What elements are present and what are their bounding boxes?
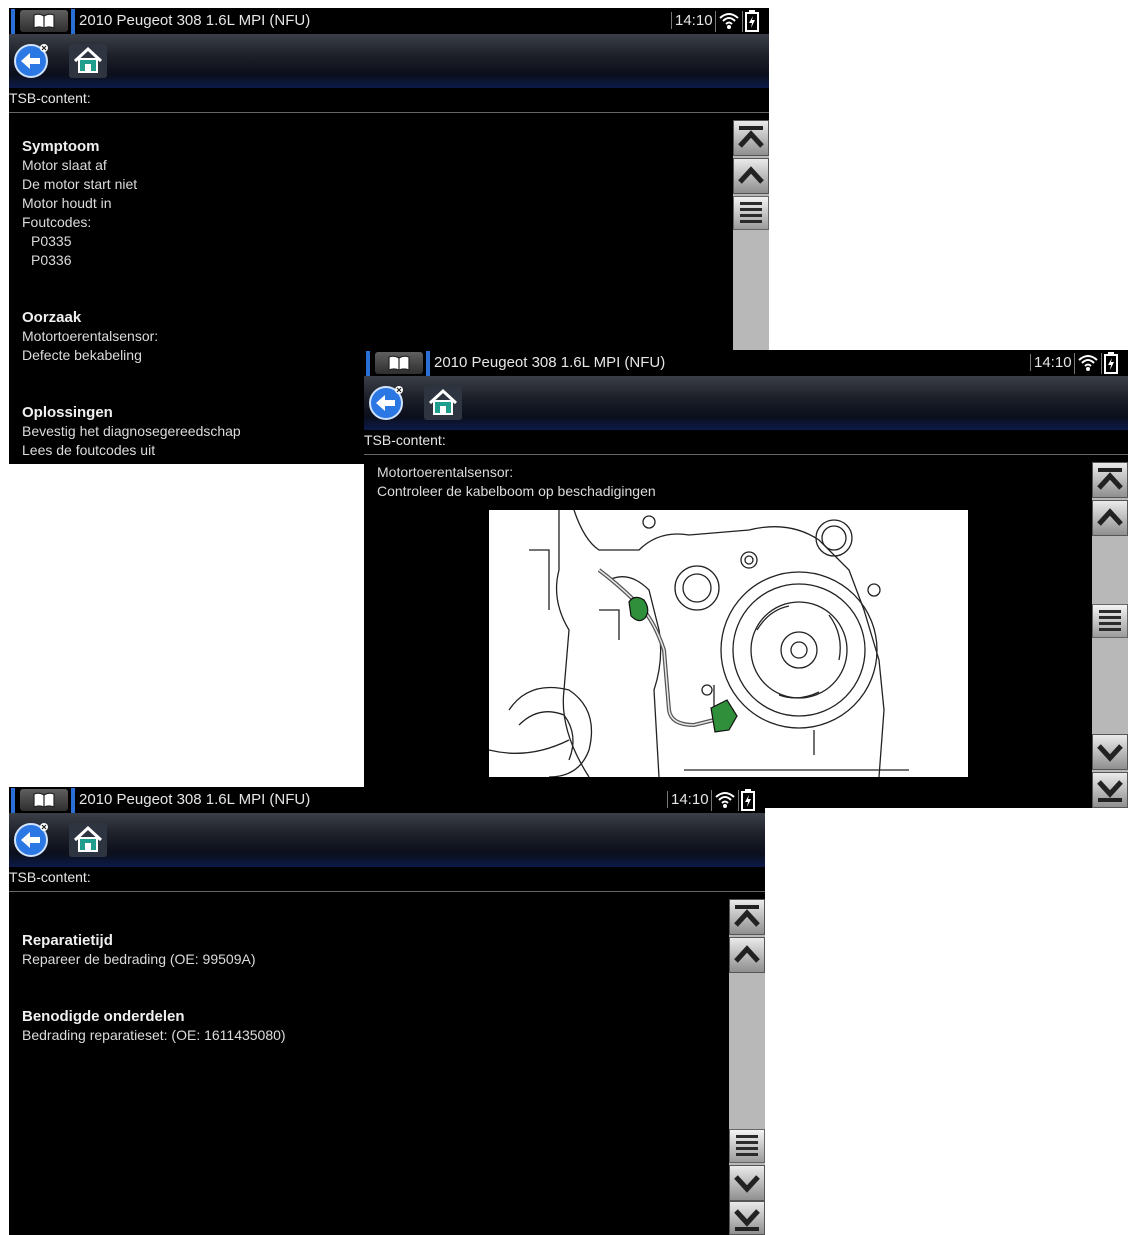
fault-code: P0335 (31, 233, 72, 249)
title-bar: 2010 Peugeot 308 1.6L MPI (NFU) 14:10 (9, 787, 765, 813)
toolbar (364, 376, 1128, 430)
text-line: Motortoerentalsensor: (377, 464, 514, 480)
clock: 14:10 (671, 12, 713, 29)
scroll-thumb[interactable] (733, 196, 769, 230)
chevron-up-icon (1097, 508, 1123, 526)
clock: 14:10 (1030, 354, 1072, 371)
scroll-down-button[interactable] (1092, 734, 1128, 770)
content-header-label: TSB-content: (364, 432, 446, 448)
text-line: De motor start niet (22, 176, 138, 192)
section-heading: Reparatietijd (22, 932, 113, 949)
text-line: Motor houdt in (22, 195, 112, 211)
section-heading: Symptoom (22, 138, 100, 155)
back-arrow-icon (14, 44, 48, 78)
back-arrow-icon (369, 386, 403, 420)
wifi-icon (719, 13, 739, 29)
toolbar (9, 34, 769, 88)
home-button[interactable] (422, 382, 464, 422)
section-heading: Oplossingen (22, 404, 113, 421)
chevron-down-icon (1097, 744, 1123, 762)
chevron-down-icon (734, 1175, 760, 1193)
back-button[interactable] (11, 819, 53, 859)
clip-connector (628, 596, 649, 622)
scroll-thumb[interactable] (729, 1129, 765, 1163)
book-button[interactable] (9, 787, 75, 813)
title-bar: 2010 Peugeot 308 1.6L MPI (NFU) 14:10 (364, 350, 1128, 376)
scroll-top-button[interactable] (729, 899, 765, 935)
content-header-label: TSB-content: (9, 869, 91, 885)
status-area: 14:10 (667, 8, 769, 34)
scroll-up-button[interactable] (729, 937, 765, 973)
text-line: Motor slaat af (22, 157, 107, 173)
text-line: Motortoerentalsensor: (22, 328, 159, 344)
tsb-screen-repair: 2010 Peugeot 308 1.6L MPI (NFU) 14:10 TS… (9, 787, 765, 1235)
double-chevron-down-icon (734, 1209, 760, 1231)
scrollbar[interactable] (1092, 462, 1128, 808)
status-area: 14:10 (1026, 350, 1128, 376)
section-heading: Benodigde onderdelen (22, 1008, 185, 1025)
text-line: Bevestig het diagnosegereedschap (22, 423, 241, 439)
home-button[interactable] (67, 40, 109, 80)
back-button[interactable] (366, 382, 408, 422)
book-icon (33, 792, 55, 808)
chevron-up-icon (734, 945, 760, 963)
book-icon (388, 355, 410, 371)
scrollbar[interactable] (729, 899, 765, 1235)
content-header-label: TSB-content: (9, 90, 91, 106)
back-arrow-icon (14, 823, 48, 857)
scroll-bottom-button[interactable] (729, 1201, 765, 1235)
double-chevron-up-icon (734, 905, 760, 927)
home-icon (69, 44, 107, 78)
back-button[interactable] (11, 40, 53, 80)
scroll-top-button[interactable] (1092, 462, 1128, 498)
wifi-icon (715, 792, 735, 808)
wifi-icon (1078, 355, 1098, 371)
section-heading: Oorzaak (22, 309, 82, 326)
content-header: TSB-content: (9, 88, 769, 113)
scroll-top-button[interactable] (733, 120, 769, 156)
tsb-text: Motortoerentalsensor: Controleer de kabe… (377, 463, 656, 501)
text-line: Controleer de kabelboom op beschadiginge… (377, 483, 656, 499)
home-button[interactable] (67, 819, 109, 859)
text-line: Lees de foutcodes uit (22, 442, 156, 458)
battery-icon (741, 789, 755, 811)
text-line: Repareer de bedrading (OE: 99509A) (22, 951, 256, 967)
home-icon (424, 386, 462, 420)
clock: 14:10 (667, 791, 709, 808)
scroll-up-button[interactable] (1092, 500, 1128, 536)
battery-icon (1104, 352, 1118, 374)
fault-code: P0336 (31, 252, 72, 268)
vehicle-title: 2010 Peugeot 308 1.6L MPI (NFU) (79, 791, 311, 808)
double-chevron-up-icon (1097, 468, 1123, 490)
content-header: TSB-content: (364, 430, 1128, 455)
double-chevron-up-icon (738, 126, 764, 148)
book-icon (33, 13, 55, 29)
scroll-down-button[interactable] (729, 1165, 765, 1201)
vehicle-title: 2010 Peugeot 308 1.6L MPI (NFU) (79, 12, 311, 29)
chevron-up-icon (738, 166, 764, 184)
scroll-up-button[interactable] (733, 158, 769, 194)
toolbar (9, 813, 765, 867)
sensor-connector (710, 699, 738, 733)
scroll-thumb[interactable] (1092, 604, 1128, 638)
status-area: 14:10 (663, 787, 765, 813)
vehicle-title: 2010 Peugeot 308 1.6L MPI (NFU) (434, 354, 666, 371)
tsb-screen-diagram: 2010 Peugeot 308 1.6L MPI (NFU) 14:10 TS… (364, 350, 1128, 808)
book-button[interactable] (364, 350, 430, 376)
book-button[interactable] (9, 8, 75, 34)
engine-diagram (488, 509, 968, 778)
content-header: TSB-content: (9, 867, 765, 892)
text-line: Foutcodes: (22, 214, 92, 230)
scroll-bottom-button[interactable] (1092, 772, 1128, 808)
tsb-text: Symptoom Motor slaat af De motor start n… (22, 137, 241, 460)
double-chevron-down-icon (1097, 780, 1123, 802)
text-line: Bedrading reparatieset: (OE: 1611435080) (22, 1027, 286, 1043)
text-line: Defecte bekabeling (22, 347, 142, 363)
tsb-text: Reparatietijd Repareer de bedrading (OE:… (22, 931, 286, 1045)
battery-icon (745, 10, 759, 32)
crankshaft-sensor-illustration (488, 509, 909, 778)
title-bar: 2010 Peugeot 308 1.6L MPI (NFU) 14:10 (9, 8, 769, 34)
home-icon (69, 823, 107, 857)
